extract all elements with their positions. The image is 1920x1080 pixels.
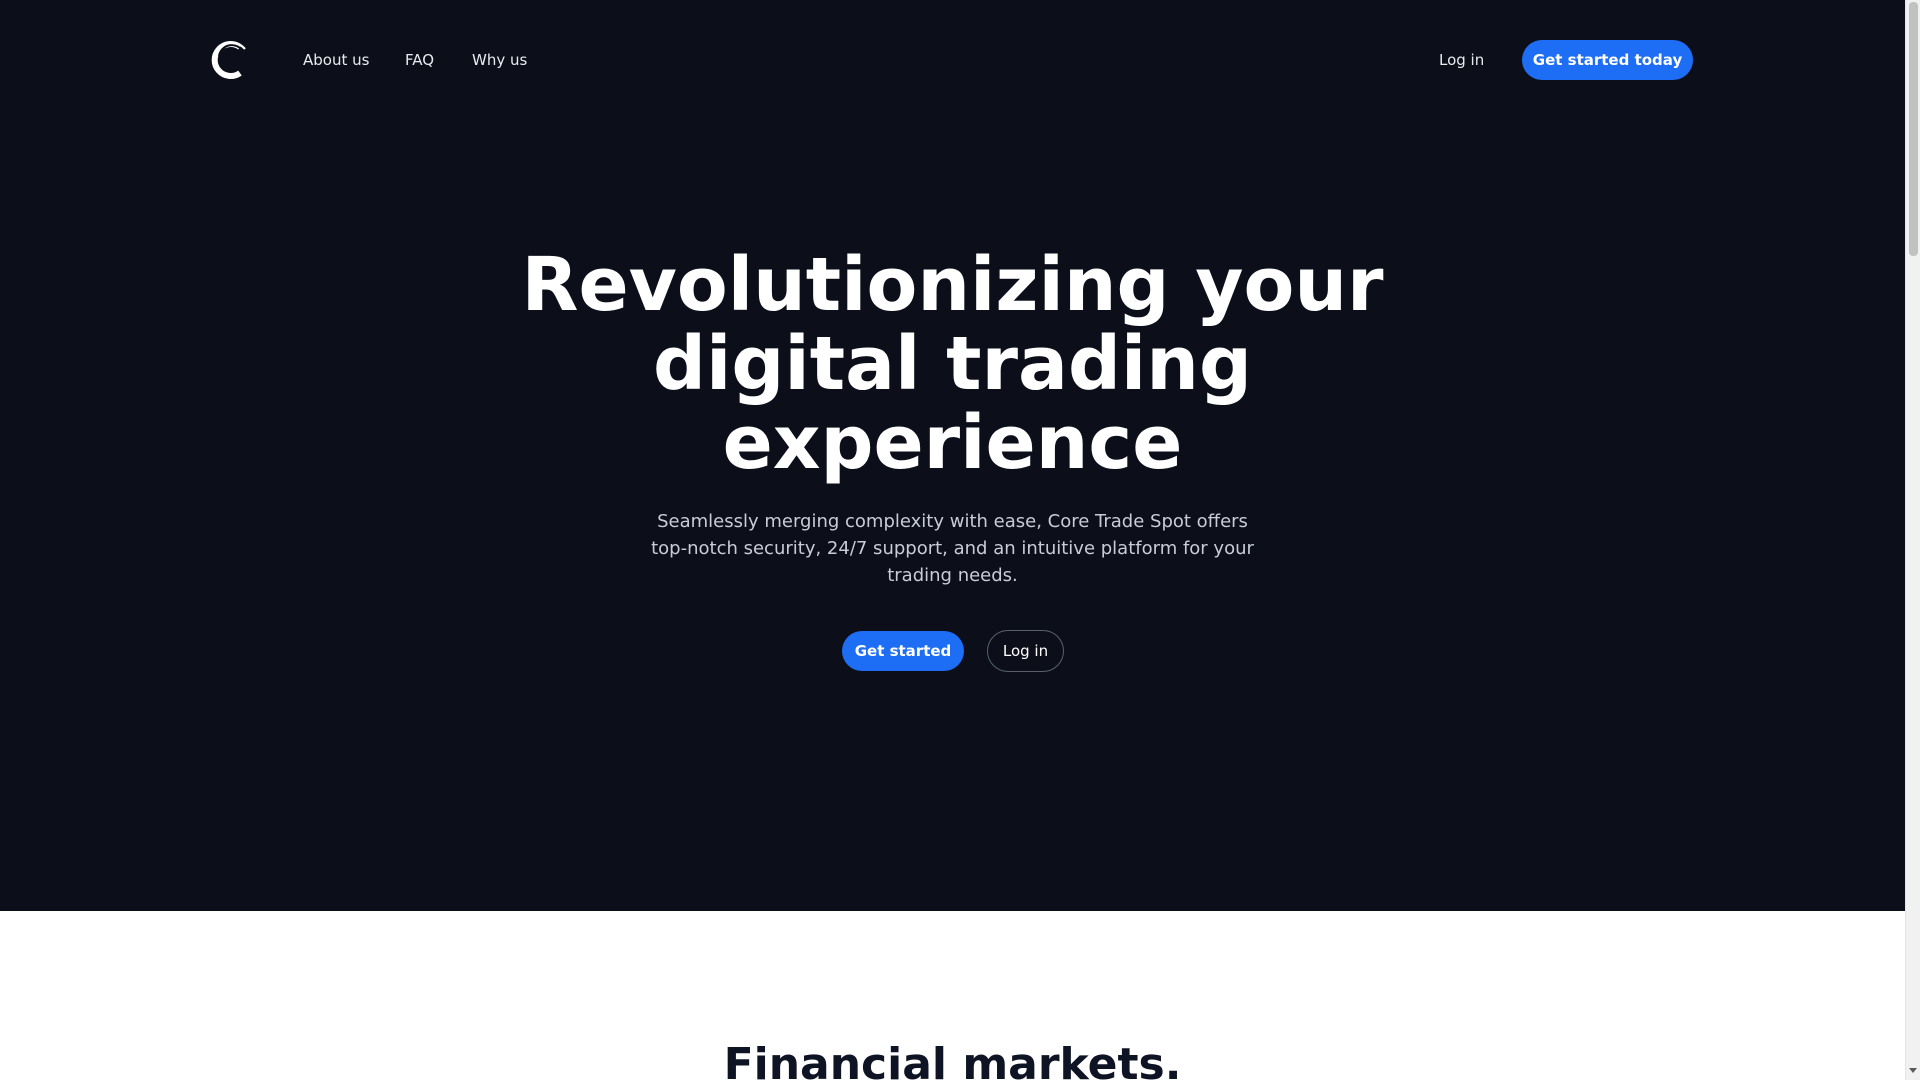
section-title: Financial markets. [723,1039,1182,1080]
hero-login-button[interactable]: Log in [987,630,1064,672]
page: About us FAQ Why us Log in Get started t… [0,0,1905,1080]
hero-title: Revolutionizing your digital trading exp… [521,242,1384,486]
c-logo-icon[interactable] [209,38,249,82]
nav-why-us[interactable]: Why us [472,50,527,70]
hero-subtitle: Seamlessly merging complexity with ease,… [651,511,1254,586]
scrollbar-thumb[interactable] [1909,2,1918,256]
get-started-button[interactable]: Get started [842,631,964,671]
vertical-scrollbar[interactable] [1905,0,1920,1080]
header-login-link[interactable]: Log in [1439,50,1484,70]
nav-about-us[interactable]: About us [303,50,369,70]
hero-section: About us FAQ Why us Log in Get started t… [0,0,1905,911]
nav-faq[interactable]: FAQ [405,50,434,70]
scroll-down-arrow-icon[interactable] [1909,1068,1917,1073]
get-started-today-button[interactable]: Get started today [1522,40,1693,80]
